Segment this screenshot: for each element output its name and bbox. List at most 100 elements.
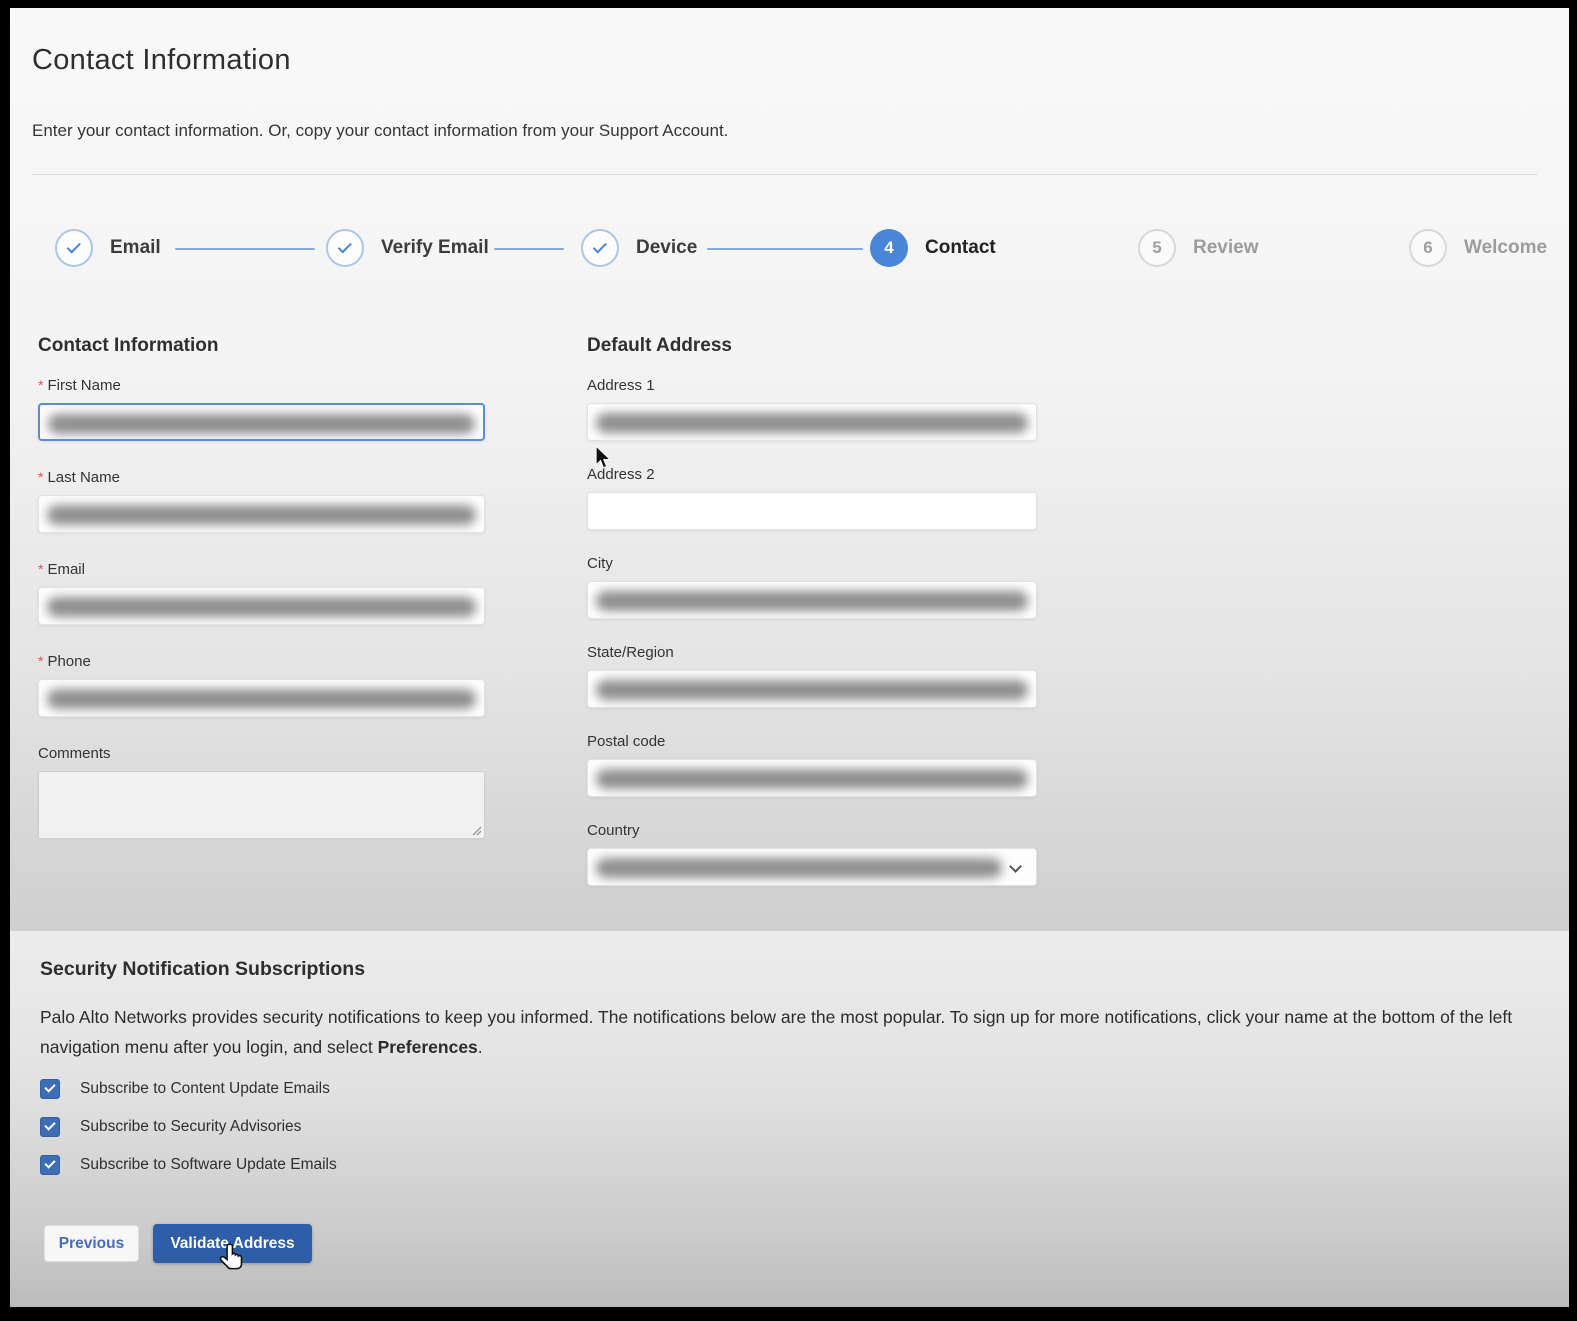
required-asterisk: * xyxy=(38,469,43,485)
step-number: 4 xyxy=(884,238,893,258)
address1-label: Address 1 xyxy=(587,377,1037,394)
postal-code-field-group: Postal code xyxy=(587,733,1037,797)
phone-label: Phone xyxy=(47,653,90,670)
redacted-value xyxy=(47,597,476,617)
step-label: Contact xyxy=(925,237,996,259)
check-icon xyxy=(44,1081,55,1092)
check-icon xyxy=(44,1157,55,1168)
page-subtitle: Enter your contact information. Or, copy… xyxy=(32,121,1545,141)
step-label: Verify Email xyxy=(381,237,489,259)
default-address-column: Default Address Address 1 Address 2 City… xyxy=(587,335,1037,911)
security-advisories-checkbox[interactable] xyxy=(40,1117,60,1137)
subscriptions-description: Palo Alto Networks provides security not… xyxy=(40,1003,1529,1062)
step-label: Email xyxy=(110,237,161,259)
header-divider xyxy=(32,174,1537,175)
required-asterisk: * xyxy=(38,561,43,577)
page-title: Contact Information xyxy=(32,44,1545,77)
address2-field-group: Address 2 xyxy=(587,466,1037,530)
stepper-step-welcome[interactable]: 6 Welcome xyxy=(1409,229,1547,267)
step-number-badge: 5 xyxy=(1138,229,1176,267)
first-name-field-group: *First Name xyxy=(38,377,485,441)
checkbox-row-software-updates[interactable]: Subscribe to Software Update Emails xyxy=(40,1154,1529,1176)
address2-input[interactable] xyxy=(587,492,1037,530)
redacted-value xyxy=(596,413,1028,433)
description-period: . xyxy=(478,1037,483,1057)
step-label: Review xyxy=(1193,237,1258,259)
step-number: 6 xyxy=(1423,238,1432,258)
first-name-input[interactable] xyxy=(38,403,485,441)
address1-field-group: Address 1 xyxy=(587,377,1037,441)
first-name-label: First Name xyxy=(47,377,120,394)
description-text: Palo Alto Networks provides security not… xyxy=(40,1007,1512,1057)
last-name-label: Last Name xyxy=(47,469,120,486)
comments-label: Comments xyxy=(38,745,485,762)
required-asterisk: * xyxy=(38,653,43,669)
content-updates-label: Subscribe to Content Update Emails xyxy=(80,1080,330,1098)
stepper-step-review[interactable]: 5 Review xyxy=(1138,229,1258,267)
postal-code-label: Postal code xyxy=(587,733,1037,750)
security-advisories-label: Subscribe to Security Advisories xyxy=(80,1118,301,1136)
phone-input[interactable] xyxy=(38,679,485,717)
app-window: Contact Information Enter your contact i… xyxy=(10,8,1569,1307)
step-label: Device xyxy=(636,237,697,259)
checkbox-row-security-advisories[interactable]: Subscribe to Security Advisories xyxy=(40,1116,1529,1138)
software-updates-checkbox[interactable] xyxy=(40,1155,60,1175)
validate-address-button[interactable]: Validate Address xyxy=(153,1224,312,1263)
city-field-group: City xyxy=(587,555,1037,619)
country-label: Country xyxy=(587,822,1037,839)
resize-handle-icon[interactable] xyxy=(471,825,482,836)
chevron-down-icon xyxy=(1009,860,1022,873)
redacted-value xyxy=(47,689,476,709)
step-complete-check-icon xyxy=(581,229,619,267)
description-bold-preferences: Preferences xyxy=(378,1037,478,1057)
redacted-value xyxy=(596,591,1028,611)
last-name-field-group: *Last Name xyxy=(38,469,485,533)
address1-input[interactable] xyxy=(587,403,1037,441)
previous-button[interactable]: Previous xyxy=(44,1225,139,1262)
step-number: 5 xyxy=(1152,238,1161,258)
redacted-value xyxy=(48,414,475,434)
step-connector xyxy=(175,248,315,250)
redacted-value xyxy=(596,858,1002,878)
state-region-input[interactable] xyxy=(587,670,1037,708)
content-updates-checkbox[interactable] xyxy=(40,1079,60,1099)
stepper-step-verify-email[interactable]: Verify Email xyxy=(326,229,489,267)
step-number-badge: 4 xyxy=(870,229,908,267)
contact-info-heading: Contact Information xyxy=(38,335,485,357)
step-complete-check-icon xyxy=(326,229,364,267)
postal-code-input[interactable] xyxy=(587,759,1037,797)
step-label: Welcome xyxy=(1464,237,1547,259)
state-region-label: State/Region xyxy=(587,644,1037,661)
country-select[interactable] xyxy=(587,848,1037,886)
stepper-step-device[interactable]: Device xyxy=(581,229,697,267)
last-name-input[interactable] xyxy=(38,495,485,533)
default-address-heading: Default Address xyxy=(587,335,1037,357)
comments-textarea[interactable] xyxy=(38,771,485,839)
required-asterisk: * xyxy=(38,377,43,393)
email-label: Email xyxy=(47,561,85,578)
wizard-stepper: Email Verify Email Device 4 Contact 5 xyxy=(32,229,1545,269)
software-updates-label: Subscribe to Software Update Emails xyxy=(80,1156,337,1174)
city-input[interactable] xyxy=(587,581,1037,619)
step-connector xyxy=(707,248,863,250)
checkbox-row-content-updates[interactable]: Subscribe to Content Update Emails xyxy=(40,1078,1529,1100)
stepper-step-contact[interactable]: 4 Contact xyxy=(870,229,996,267)
comments-field-group: Comments xyxy=(38,745,485,839)
email-field-group: *Email xyxy=(38,561,485,625)
stepper-step-email[interactable]: Email xyxy=(55,229,161,267)
step-connector xyxy=(494,248,564,250)
contact-step-panel: Contact Information Enter your contact i… xyxy=(10,8,1569,931)
redacted-value xyxy=(596,769,1028,789)
subscriptions-heading: Security Notification Subscriptions xyxy=(40,958,1529,981)
contact-info-column: Contact Information *First Name *Last Na… xyxy=(38,335,485,911)
step-number-badge: 6 xyxy=(1409,229,1447,267)
check-icon xyxy=(44,1119,55,1130)
email-input[interactable] xyxy=(38,587,485,625)
country-field-group: Country xyxy=(587,822,1037,886)
address2-label: Address 2 xyxy=(587,466,1037,483)
form-actions: Previous Validate Address xyxy=(40,1224,1529,1263)
state-region-field-group: State/Region xyxy=(587,644,1037,708)
security-subscriptions-panel: Security Notification Subscriptions Palo… xyxy=(10,931,1569,1307)
step-complete-check-icon xyxy=(55,229,93,267)
redacted-value xyxy=(47,505,476,525)
